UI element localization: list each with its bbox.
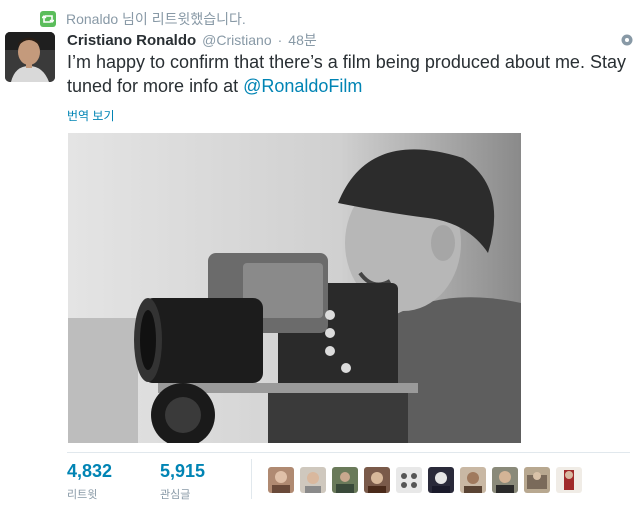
stats-divider — [67, 452, 630, 453]
stats-separator — [251, 459, 252, 499]
tweet-timestamp[interactable]: 48분 — [288, 30, 316, 50]
favoriter-avatar[interactable] — [364, 467, 390, 493]
favoriter-avatar[interactable] — [428, 467, 454, 493]
favorite-stat[interactable]: 5,915 관심글 — [160, 459, 205, 502]
favoriter-avatar[interactable] — [460, 467, 486, 493]
retweet-icon — [40, 11, 56, 27]
author-username[interactable]: @Cristiano — [202, 32, 271, 48]
favorite-label: 관심글 — [160, 489, 191, 501]
separator-dot: · — [277, 32, 283, 48]
tweet-photo[interactable] — [68, 133, 521, 443]
gear-icon[interactable] — [620, 33, 634, 47]
tweet-header: Cristiano Ronaldo @Cristiano · 48분 — [67, 30, 317, 50]
retweet-stat[interactable]: 4,832 리트윗 — [67, 459, 112, 502]
retweet-count[interactable]: 4,832 — [67, 459, 112, 483]
author-avatar[interactable] — [5, 32, 55, 82]
favorite-count[interactable]: 5,915 — [160, 459, 205, 483]
favoriters-avatar-list — [268, 467, 582, 493]
retweet-label: 리트윗 — [67, 489, 98, 501]
favoriter-avatar[interactable] — [332, 467, 358, 493]
favoriter-avatar[interactable] — [300, 467, 326, 493]
favoriter-avatar[interactable] — [556, 467, 582, 493]
tweet-text: I’m happy to confirm that there’s a film… — [67, 50, 632, 98]
favoriter-avatar[interactable] — [396, 467, 422, 493]
retweet-context-text[interactable]: Ronaldo 님이 리트윗했습니다. — [66, 9, 246, 29]
mention-link[interactable]: @RonaldoFilm — [243, 76, 362, 96]
translate-link[interactable]: 번역 보기 — [67, 107, 115, 124]
retweet-context: Ronaldo 님이 리트윗했습니다. — [40, 9, 246, 29]
favoriter-avatar[interactable] — [268, 467, 294, 493]
favoriter-avatar[interactable] — [524, 467, 550, 493]
favoriter-avatar[interactable] — [492, 467, 518, 493]
author-fullname[interactable]: Cristiano Ronaldo — [67, 32, 196, 49]
